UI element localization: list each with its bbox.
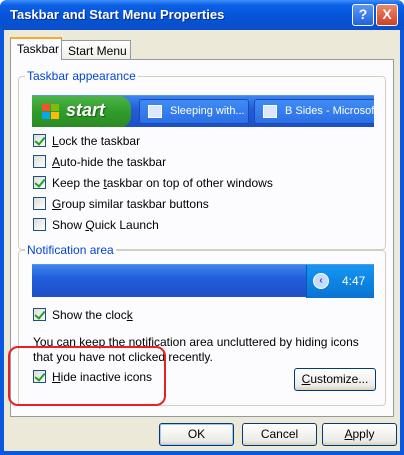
- auto-hide-label: Auto-hide the taskbar: [52, 155, 167, 169]
- notification-area-preview: ‹ 4:47: [32, 264, 374, 298]
- quick-launch-checkbox[interactable]: [33, 218, 46, 231]
- group-buttons-checkbox[interactable]: [33, 197, 46, 210]
- lock-taskbar-checkbox[interactable]: [33, 134, 46, 147]
- system-tray-preview: ‹ 4:47: [306, 265, 374, 298]
- auto-hide-checkbox[interactable]: [33, 155, 46, 168]
- task-button-preview: Sleeping with...: [139, 99, 249, 124]
- start-button-preview: start: [32, 96, 131, 127]
- taskbar-appearance-title: Taskbar appearance: [25, 69, 138, 83]
- keep-on-top-label: Keep the taskbar on top of other windows: [52, 176, 273, 190]
- quick-launch-label: Show Quick Launch: [52, 218, 159, 232]
- customize-button[interactable]: Customize...: [294, 368, 376, 391]
- lock-taskbar-label: Lock the taskbar: [52, 134, 141, 148]
- show-clock-label: Show the clock: [52, 308, 133, 322]
- keep-on-top-checkbox[interactable]: [33, 176, 46, 189]
- tray-clock: 4:47: [342, 274, 366, 288]
- taskbar-preview: start Sleeping with... B Sides - Microso…: [32, 95, 374, 127]
- ok-button[interactable]: OK: [159, 423, 234, 446]
- close-button[interactable]: X: [376, 4, 398, 26]
- window-title: Taskbar and Start Menu Properties: [10, 7, 225, 22]
- help-button[interactable]: ?: [352, 4, 374, 26]
- task-button-preview: B Sides - Microsof: [254, 99, 374, 124]
- properties-dialog: Taskbar and Start Menu Properties ? X Ta…: [0, 0, 404, 455]
- window-icon: [263, 105, 277, 118]
- task-label: Sleeping with...: [170, 105, 245, 117]
- tab-taskbar[interactable]: Taskbar: [10, 37, 62, 60]
- title-bar[interactable]: Taskbar and Start Menu Properties ? X: [0, 0, 404, 30]
- task-label: B Sides - Microsof: [285, 105, 374, 117]
- show-clock-checkbox[interactable]: [33, 308, 46, 321]
- cancel-button[interactable]: Cancel: [242, 423, 317, 446]
- group-buttons-label: Group similar taskbar buttons: [52, 197, 209, 211]
- window-icon: [148, 105, 162, 118]
- start-label: start: [66, 100, 106, 120]
- chevron-left-icon: ‹: [313, 273, 329, 289]
- highlight-ring: [8, 346, 166, 406]
- apply-button[interactable]: Apply: [322, 423, 397, 446]
- tab-start-menu[interactable]: Start Menu: [61, 40, 131, 60]
- notification-area-title: Notification area: [25, 243, 116, 257]
- windows-flag-icon: [42, 104, 60, 120]
